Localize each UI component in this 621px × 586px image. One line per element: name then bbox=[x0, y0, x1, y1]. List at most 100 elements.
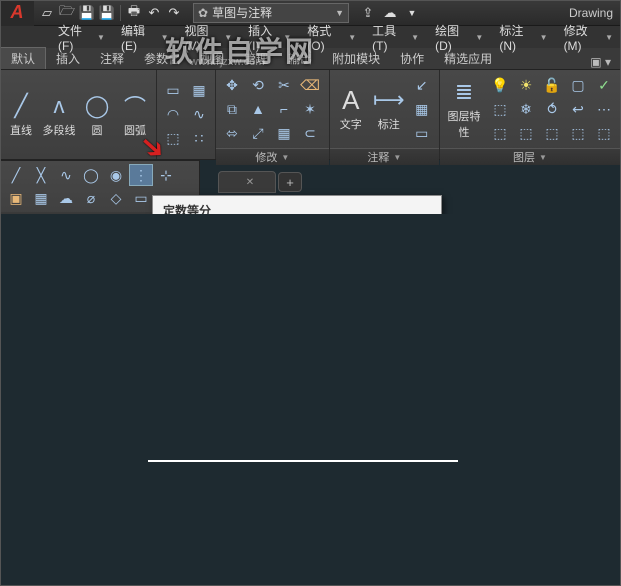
revcloud-icon[interactable]: ☁ bbox=[54, 187, 78, 209]
region2-icon[interactable]: ▣ bbox=[4, 187, 28, 209]
ellipse2-icon[interactable]: ◯ bbox=[79, 164, 103, 186]
point-icon[interactable]: ∷ bbox=[187, 128, 211, 150]
tab-view[interactable]: 视图 bbox=[190, 47, 234, 69]
fillet-icon[interactable]: ⌐ bbox=[272, 98, 296, 120]
polyline-button[interactable]: ʌ多段线 bbox=[42, 92, 76, 138]
document-tab[interactable]: ✕ bbox=[218, 171, 276, 193]
spline2-icon[interactable]: ∿ bbox=[54, 164, 78, 186]
layer-sun-icon[interactable]: ☀ bbox=[514, 74, 538, 96]
close-icon[interactable]: ✕ bbox=[246, 177, 254, 188]
new-icon[interactable]: ▱ bbox=[38, 4, 56, 22]
layer-bulb-icon[interactable]: 💡 bbox=[488, 74, 512, 96]
mirror-icon[interactable]: ▲ bbox=[246, 98, 270, 120]
new-tab-button[interactable]: + bbox=[278, 172, 302, 192]
menu-format[interactable]: 格式(O)▼ bbox=[299, 26, 364, 48]
ribbon-expand-button[interactable]: ▣ ▾ bbox=[580, 55, 621, 69]
layer-on-icon[interactable]: ⬚ bbox=[540, 122, 564, 144]
layer-iso-icon[interactable]: ⬚ bbox=[488, 98, 512, 120]
cloud-icon[interactable]: ▭ bbox=[410, 122, 434, 144]
layer-plot-icon[interactable]: ✓ bbox=[592, 74, 616, 96]
menu-insert[interactable]: 插入(I)▼ bbox=[240, 26, 299, 48]
arc-button[interactable]: ⌒圆弧 bbox=[118, 92, 152, 138]
tab-addin[interactable]: 附加模块 bbox=[322, 47, 390, 69]
trim-icon[interactable]: ✂ bbox=[272, 74, 296, 96]
menu-draw[interactable]: 绘图(D)▼ bbox=[427, 26, 491, 48]
sync-icon[interactable]: ☁ bbox=[381, 4, 399, 22]
layer-prev-icon[interactable]: ↩ bbox=[566, 98, 590, 120]
array-icon[interactable]: ▦ bbox=[272, 122, 296, 144]
tab-insert[interactable]: 插入 bbox=[46, 47, 90, 69]
erase-icon[interactable]: ⌫ bbox=[298, 74, 322, 96]
saveas-icon[interactable]: 💾 bbox=[98, 4, 116, 22]
chevron-down-icon: ▼ bbox=[283, 33, 291, 42]
open-icon[interactable]: 🗁 bbox=[58, 4, 76, 22]
spline-icon[interactable]: ∿ bbox=[187, 104, 211, 126]
workspace-selector[interactable]: ✿ 草图与注释 ▼ bbox=[193, 3, 349, 23]
tab-manage[interactable]: 管理 bbox=[234, 47, 278, 69]
line-small-icon[interactable]: ╱ bbox=[4, 164, 28, 186]
boundary-icon[interactable]: ▭ bbox=[129, 187, 153, 209]
menu-dimension[interactable]: 标注(N)▼ bbox=[491, 26, 555, 48]
menu-edit[interactable]: 编辑(E)▼ bbox=[113, 26, 177, 48]
layer-off-icon[interactable]: ⬚ bbox=[514, 122, 538, 144]
menu-modify[interactable]: 修改(M)▼ bbox=[556, 26, 621, 48]
chevron-down-icon: ▼ bbox=[161, 33, 169, 42]
layer-thaw-icon[interactable]: ⬚ bbox=[566, 122, 590, 144]
drawing-canvas[interactable] bbox=[0, 214, 621, 586]
tab-annotate[interactable]: 注释 bbox=[90, 47, 134, 69]
tab-manage-label: 管理 bbox=[244, 50, 268, 67]
donut-icon[interactable]: ◉ bbox=[104, 164, 128, 186]
plot-icon[interactable]: 🖶 bbox=[125, 4, 143, 22]
menu-file[interactable]: 文件(F)▼ bbox=[50, 26, 113, 48]
save-icon[interactable]: 💾 bbox=[78, 4, 96, 22]
xline-icon[interactable]: ╳ bbox=[29, 164, 53, 186]
tab-output[interactable]: 输出 bbox=[278, 47, 322, 69]
wipeout-icon[interactable]: ▦ bbox=[29, 187, 53, 209]
layer-more-icon[interactable]: ⋯ bbox=[592, 98, 616, 120]
layer-match-icon[interactable]: ⥀ bbox=[540, 98, 564, 120]
divide-icon[interactable]: ⋮ bbox=[129, 164, 153, 186]
menu-view[interactable]: 视图(V)▼ bbox=[177, 26, 241, 48]
dimension-icon: ⟼ bbox=[375, 86, 403, 114]
undo-icon[interactable]: ↶ bbox=[145, 4, 163, 22]
line-button[interactable]: ╱直线 bbox=[4, 92, 38, 138]
menu-tools[interactable]: 工具(T)▼ bbox=[364, 26, 427, 48]
tab-default[interactable]: 默认 bbox=[0, 47, 46, 69]
panel-layer-label[interactable]: 图层▼ bbox=[440, 148, 620, 165]
rectangle-icon[interactable]: ▭ bbox=[161, 80, 185, 102]
text-button[interactable]: A文字 bbox=[334, 86, 368, 132]
layer-properties-button[interactable]: ≣图层特性 bbox=[444, 78, 484, 140]
tab-parametric[interactable]: 参数化 bbox=[134, 47, 190, 69]
layer-walk-icon[interactable]: ⬚ bbox=[488, 122, 512, 144]
app-menu-button[interactable]: A bbox=[0, 0, 34, 26]
move-icon[interactable]: ✥ bbox=[220, 74, 244, 96]
copy-icon[interactable]: ⧉ bbox=[220, 98, 244, 120]
ellipse-icon[interactable]: ◠ bbox=[161, 104, 185, 126]
leader-icon[interactable]: ↙ bbox=[410, 74, 434, 96]
table-icon[interactable]: ▦ bbox=[410, 98, 434, 120]
stretch-icon[interactable]: ⬄ bbox=[220, 122, 244, 144]
layer-state-icon[interactable]: ⬚ bbox=[592, 122, 616, 144]
region-icon[interactable]: ⬚ bbox=[161, 128, 185, 150]
helix-icon[interactable]: ⌀ bbox=[79, 187, 103, 209]
redo-icon[interactable]: ↷ bbox=[165, 4, 183, 22]
panel-modify-label[interactable]: 修改▼ bbox=[216, 148, 329, 165]
layer-color-icon[interactable]: ▢ bbox=[566, 74, 590, 96]
share-icon[interactable]: ⇪ bbox=[359, 4, 377, 22]
hatch-icon[interactable]: ▦ bbox=[187, 80, 211, 102]
measure-icon[interactable]: ⊹ bbox=[154, 164, 178, 186]
explode-icon[interactable]: ✶ bbox=[298, 98, 322, 120]
dropdown-icon[interactable]: ▼ bbox=[403, 4, 421, 22]
3dpoly-icon[interactable]: ◇ bbox=[104, 187, 128, 209]
offset-icon[interactable]: ⊂ bbox=[298, 122, 322, 144]
layer-freeze-icon[interactable]: ❄ bbox=[514, 98, 538, 120]
layer-lock-icon[interactable]: 🔓 bbox=[540, 74, 564, 96]
panel-annotation-label[interactable]: 注释▼ bbox=[330, 148, 439, 165]
tab-collab[interactable]: 协作 bbox=[390, 47, 434, 69]
tab-featured[interactable]: 精选应用 bbox=[434, 47, 502, 69]
circle-button[interactable]: ◯圆 bbox=[80, 92, 114, 138]
dimension-button[interactable]: ⟼标注 bbox=[372, 86, 406, 132]
drawn-line-object[interactable] bbox=[148, 460, 458, 462]
scale-icon[interactable]: ⤢ bbox=[246, 122, 270, 144]
rotate-icon[interactable]: ⟲ bbox=[246, 74, 270, 96]
